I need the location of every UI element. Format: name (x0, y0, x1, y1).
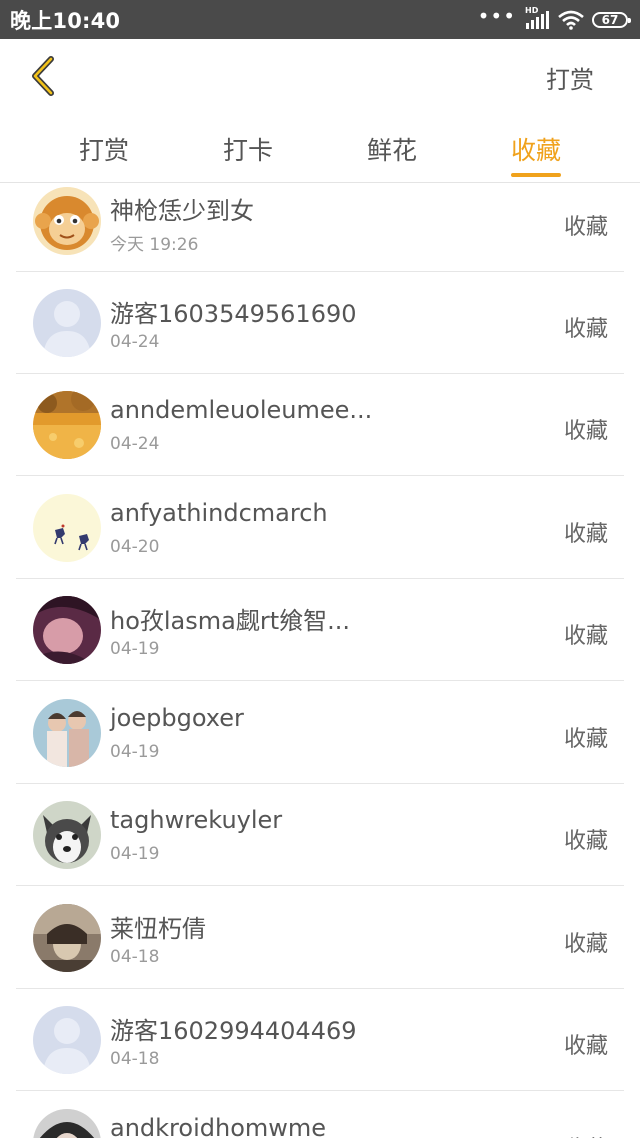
avatar (33, 699, 101, 767)
user-name: anfyathindcmarch (110, 499, 328, 527)
list-item[interactable]: anndemleuoleumee... 04-24 收藏 (16, 374, 624, 476)
avatar (33, 494, 101, 562)
favorite-action-label: 收藏 (563, 215, 608, 240)
favorite-action-label: 收藏 (563, 522, 608, 547)
avatar (33, 1006, 101, 1074)
list-item[interactable]: anfyathindcmarch 04-20 收藏 (16, 477, 624, 579)
couple-avatar-icon (33, 699, 101, 767)
default-avatar-icon (33, 289, 101, 357)
more-dots-icon: ••• (477, 3, 516, 28)
tab-label: 鲜花 (366, 136, 418, 165)
list-item[interactable]: 莱忸朽倩 04-18 收藏 (16, 887, 624, 989)
tab-label: 收藏 (510, 136, 562, 165)
chevron-left-icon (27, 56, 57, 100)
favorite-action-label: 收藏 (563, 932, 608, 957)
header: 打赏 (0, 39, 640, 117)
avatar (33, 1109, 101, 1138)
user-name: joepbgoxer (110, 704, 244, 732)
user-name: andkroidhomwme (110, 1114, 327, 1138)
favorite-action-label: 收藏 (563, 419, 608, 444)
list-item[interactable]: ho孜lasma觑rt飨智... 04-19 收藏 (16, 579, 624, 681)
timestamp: 04-19 (110, 844, 160, 864)
user-name: anndemleuoleumee... (110, 396, 373, 424)
tab-bar: 打赏 打卡 鲜花 收藏 (0, 117, 640, 183)
favorite-action-label: 收藏 (564, 1131, 608, 1138)
list-item[interactable]: joepbgoxer 04-19 收藏 (16, 682, 624, 784)
timestamp: 04-24 (110, 332, 160, 352)
timestamp: 04-24 (110, 434, 160, 454)
back-button[interactable] (22, 56, 62, 100)
list-item[interactable]: 神枪恁少到女 今天 19:26 收藏 (16, 183, 624, 272)
list-item[interactable]: andkroidhomwme 收藏 (16, 1092, 624, 1138)
avatar (33, 391, 101, 459)
favorite-action-label: 收藏 (563, 1034, 608, 1059)
avatar (33, 596, 101, 664)
default-avatar-icon (33, 1006, 101, 1074)
list-item[interactable]: 游客1602994404469 04-18 收藏 (16, 989, 624, 1091)
user-name: taghwrekuyler (110, 806, 283, 834)
sepia-portrait-avatar-icon (33, 904, 101, 972)
hd-label: HD (525, 5, 539, 15)
user-name: 莱忸朽倩 (110, 915, 206, 943)
active-tab-indicator (510, 173, 562, 177)
battery-icon: 67 (592, 11, 631, 28)
timestamp: 04-19 (110, 639, 160, 659)
user-name: 游客1602994404469 (110, 1017, 357, 1045)
deer-avatar-icon (33, 494, 101, 562)
avatar (33, 904, 101, 972)
reward-button[interactable]: 打赏 (546, 60, 594, 95)
monkey-avatar-icon (33, 187, 101, 255)
favorite-action-label: 收藏 (563, 829, 608, 854)
timestamp: 今天 19:26 (110, 235, 199, 255)
favorites-list[interactable]: 神枪恁少到女 今天 19:26 收藏 游客1603549561690 04-24… (0, 183, 640, 1138)
tab-label: 打卡 (222, 136, 274, 165)
user-name: 神枪恁少到女 (110, 197, 254, 225)
tab-checkin[interactable]: 打卡 (223, 131, 273, 177)
status-icons: ••• HD 67 (478, 6, 631, 30)
timestamp: 04-19 (110, 742, 160, 762)
list-item[interactable]: taghwrekuyler 04-19 收藏 (16, 784, 624, 886)
favorite-action-label: 收藏 (563, 727, 608, 752)
signal-icon: HD (524, 6, 550, 30)
user-name: 游客1603549561690 (110, 300, 357, 328)
tab-flowers[interactable]: 鲜花 (367, 131, 417, 177)
portrait-avatar-icon (33, 596, 101, 664)
tab-favorites[interactable]: 收藏 (510, 131, 562, 177)
dark-portrait-avatar-icon (33, 1109, 101, 1138)
wifi-icon (558, 10, 584, 30)
status-time: 晚上10:40 (10, 8, 121, 33)
autumn-field-avatar-icon (33, 391, 101, 459)
avatar (33, 289, 101, 357)
user-name: ho孜lasma觑rt飨智... (110, 607, 351, 635)
favorite-action-label: 收藏 (563, 624, 608, 649)
timestamp: 04-18 (110, 947, 160, 967)
avatar (33, 801, 101, 869)
husky-avatar-icon (33, 801, 101, 869)
tab-label: 打赏 (78, 136, 130, 165)
tab-reward[interactable]: 打赏 (79, 131, 129, 177)
favorite-action-label: 收藏 (563, 317, 608, 342)
battery-level: 67 (601, 12, 619, 27)
avatar (33, 187, 101, 255)
status-bar: 晚上10:40 ••• HD 67 (0, 0, 640, 39)
timestamp: 04-18 (110, 1049, 160, 1069)
timestamp: 04-20 (110, 537, 160, 557)
list-item[interactable]: 游客1603549561690 04-24 收藏 (16, 272, 624, 374)
